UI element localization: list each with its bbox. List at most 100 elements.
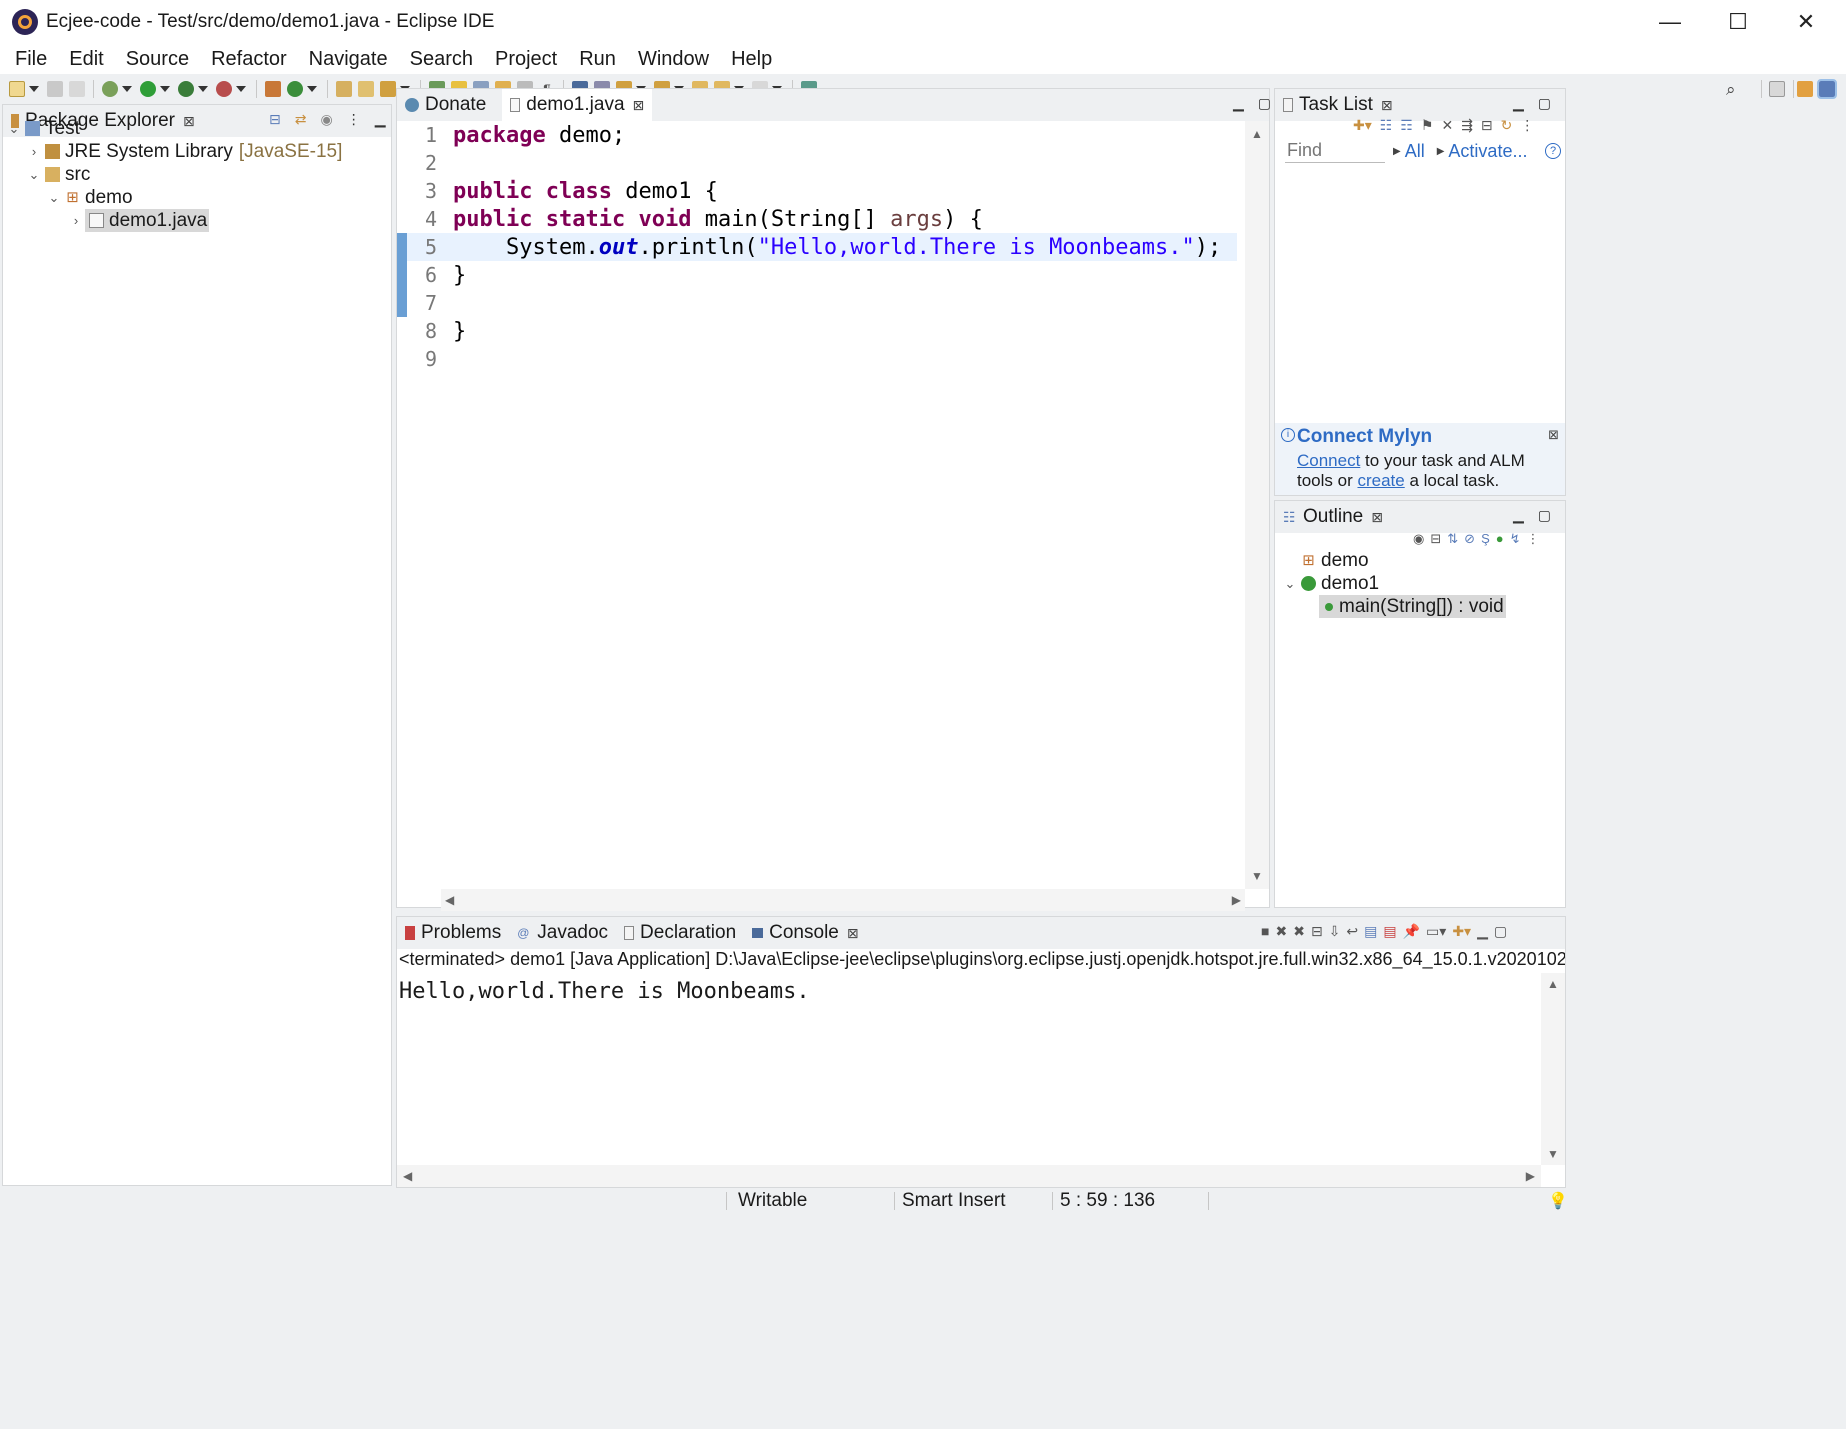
debug-icon[interactable] (102, 81, 118, 97)
activate-link[interactable]: Activate... (1448, 141, 1527, 162)
hide-completed-icon[interactable]: ✕ (1441, 117, 1453, 134)
tab-declaration[interactable]: Declaration (616, 917, 744, 949)
sort-icon[interactable]: ⇅ (1447, 531, 1458, 547)
debug-dropdown-icon[interactable] (122, 86, 132, 92)
java-ee-perspective-icon[interactable] (1797, 81, 1813, 97)
minimize-view-icon[interactable]: ▁ (1513, 95, 1524, 112)
menu-window[interactable]: Window (627, 48, 720, 71)
chevron-right-icon[interactable]: › (25, 144, 43, 159)
open-type-icon[interactable] (336, 81, 352, 97)
tab-demo1-java[interactable]: demo1.java ⊠ (502, 89, 653, 121)
tree-node-file[interactable]: › demo1.java (5, 209, 389, 232)
java-perspective-icon[interactable] (1817, 79, 1837, 99)
menu-refactor[interactable]: Refactor (200, 48, 298, 71)
maximize-view-icon[interactable]: ▢ (1538, 507, 1551, 524)
scroll-up-icon[interactable]: ▲ (1547, 977, 1559, 991)
open-task-icon[interactable] (358, 81, 374, 97)
hide-non-public-icon[interactable]: ● (1496, 531, 1504, 547)
editor-horizontal-scrollbar[interactable]: ◀ ▶ (441, 889, 1245, 911)
hide-local-types-icon[interactable]: ↯ (1510, 531, 1521, 547)
outline-node-class[interactable]: ⌄ demo1 (1279, 572, 1563, 595)
scroll-down-icon[interactable]: ▼ (1547, 1147, 1559, 1161)
maximize-view-icon[interactable]: ▢ (1494, 923, 1507, 940)
outline-node-method[interactable]: main(String[]) : void (1279, 595, 1563, 618)
chevron-down-icon[interactable]: ⌄ (1281, 576, 1299, 592)
menu-help[interactable]: Help (720, 48, 783, 71)
code-line[interactable]: 1 package demo; (407, 121, 1237, 149)
categorized-icon[interactable]: ☷ (1380, 117, 1393, 134)
menu-search[interactable]: Search (399, 48, 484, 71)
scroll-left-icon[interactable]: ◀ (445, 893, 454, 907)
editor-vertical-scrollbar[interactable]: ▲ ▼ (1245, 121, 1269, 889)
console-output[interactable]: Hello,world.There is Moonbeams. (399, 979, 810, 1004)
tab-donate[interactable]: Donate (397, 89, 494, 121)
view-menu-icon[interactable]: ⋮ (1527, 531, 1540, 547)
tab-javadoc[interactable]: @ Javadoc (509, 917, 616, 949)
pin-console-icon[interactable]: 📌 (1403, 923, 1420, 940)
hide-static-icon[interactable]: Ş (1481, 531, 1490, 547)
close-tab-icon[interactable]: ⊠ (1381, 97, 1393, 114)
show-stderr-icon[interactable]: ▤ (1383, 923, 1396, 940)
minimize-view-icon[interactable]: ▁ (1477, 923, 1488, 940)
tree-node-project[interactable]: ⌄ Test (5, 117, 389, 140)
scroll-right-icon[interactable]: ▶ (1232, 893, 1241, 907)
tip-bulb-icon[interactable]: 💡 (1548, 1191, 1568, 1211)
new-dropdown-icon[interactable] (29, 86, 39, 92)
maximize-button[interactable]: ☐ (1702, 0, 1774, 44)
menu-project[interactable]: Project (484, 48, 568, 71)
collapse-all-icon[interactable]: ⊟ (1430, 531, 1441, 547)
run-dropdown-icon[interactable] (160, 86, 170, 92)
close-tab-icon[interactable]: ⊠ (1371, 509, 1383, 526)
create-link[interactable]: create (1357, 471, 1404, 490)
external-tools-dropdown-icon[interactable] (236, 86, 246, 92)
connect-link[interactable]: Connect (1297, 451, 1360, 470)
terminate-icon[interactable]: ■ (1261, 923, 1269, 940)
maximize-view-icon[interactable]: ▢ (1538, 95, 1551, 112)
show-stdout-icon[interactable]: ▤ (1364, 923, 1377, 940)
external-tools-icon[interactable] (216, 81, 232, 97)
tab-outline[interactable]: ☷ Outline ⊠ (1275, 501, 1391, 533)
chevron-down-icon[interactable]: ⌄ (45, 190, 63, 206)
menu-navigate[interactable]: Navigate (298, 48, 399, 71)
scroll-right-icon[interactable]: ▶ (1526, 1169, 1535, 1183)
tree-node-src[interactable]: ⌄ src (5, 163, 389, 186)
scroll-left-icon[interactable]: ◀ (403, 1169, 412, 1183)
console-vertical-scrollbar[interactable]: ▲ ▼ (1541, 973, 1565, 1165)
menu-run[interactable]: Run (568, 48, 627, 71)
code-line[interactable]: 7 (407, 289, 1237, 317)
scheduled-icon[interactable]: ☶ (1400, 117, 1413, 134)
code-line[interactable]: 6 } (407, 261, 1237, 289)
filter-icon[interactable]: ⚑ (1421, 117, 1434, 134)
scroll-up-icon[interactable]: ▲ (1251, 127, 1263, 141)
open-perspective-icon[interactable] (1769, 81, 1785, 97)
close-tab-icon[interactable]: ⊠ (847, 925, 859, 942)
tab-problems[interactable]: Problems (397, 917, 509, 949)
selected-method-highlight[interactable]: main(String[]) : void (1319, 595, 1506, 618)
tab-console[interactable]: Console ⊠ (744, 917, 867, 949)
code-line[interactable]: 4 public static void main(String[] args)… (407, 205, 1237, 233)
status-insert-mode[interactable]: Smart Insert (902, 1188, 1005, 1214)
help-icon[interactable]: ? (1545, 143, 1561, 159)
save-all-icon[interactable] (69, 81, 85, 97)
all-link[interactable]: All (1405, 141, 1425, 162)
current-code-line[interactable]: 5 System.out.println("Hello,world.There … (407, 233, 1237, 261)
close-button[interactable]: ✕ (1770, 0, 1842, 44)
word-wrap-icon[interactable]: ↩ (1346, 923, 1358, 940)
maximize-view-icon[interactable]: ▢ (1258, 95, 1271, 112)
chevron-down-icon[interactable]: ⌄ (25, 167, 43, 183)
save-icon[interactable] (47, 81, 63, 97)
chevron-right-icon[interactable]: › (67, 213, 85, 228)
focus-icon[interactable]: ◉ (1413, 531, 1424, 547)
open-console-icon[interactable]: ✚▾ (1452, 923, 1471, 940)
menu-source[interactable]: Source (115, 48, 200, 71)
new-class-icon[interactable] (287, 81, 303, 97)
focus-workweek-icon[interactable]: ⇶ (1461, 117, 1473, 134)
coverage-icon[interactable] (178, 81, 194, 97)
chevron-down-icon[interactable]: ⌄ (5, 121, 23, 137)
collapse-all-icon[interactable]: ⊟ (1481, 117, 1493, 134)
sync-icon[interactable]: ↻ (1501, 117, 1513, 134)
new-task-icon[interactable]: ✚▾ (1353, 117, 1372, 134)
run-icon[interactable] (140, 81, 156, 97)
code-line[interactable]: 9 (407, 345, 1237, 373)
scroll-lock-icon[interactable]: ⇩ (1329, 923, 1341, 940)
